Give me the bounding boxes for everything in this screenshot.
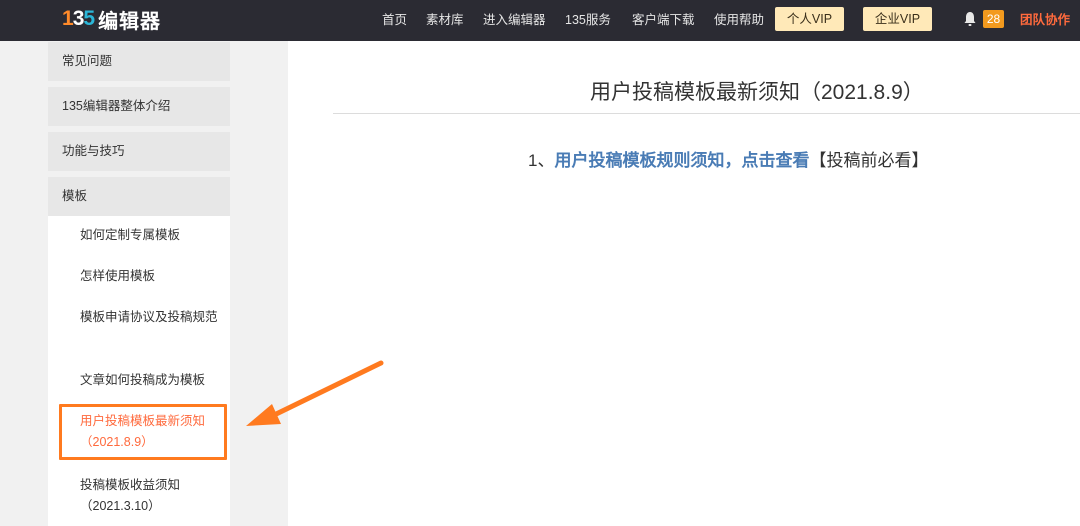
annotation-arrow-icon (246, 360, 384, 426)
